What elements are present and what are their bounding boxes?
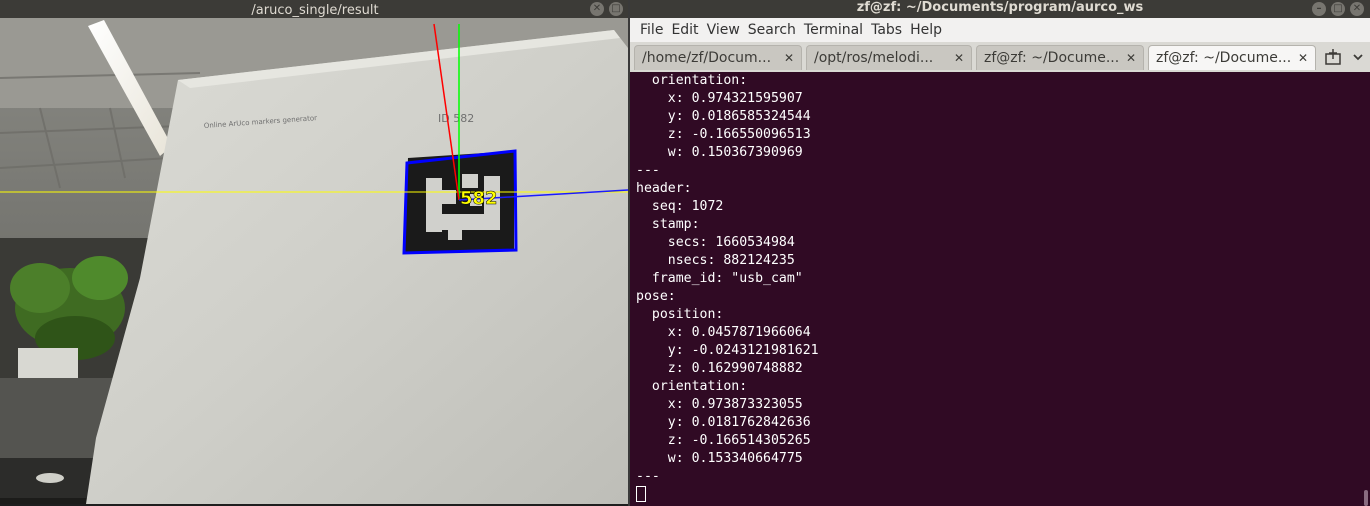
maximize-icon[interactable]: □ [609,2,623,16]
terminal-line: x: 0.973873323055 [636,397,803,412]
menu-help[interactable]: Help [906,18,946,42]
tab-4[interactable]: zf@zf: ~/Docume... ✕ [1148,45,1316,70]
menu-file[interactable]: File [636,18,667,42]
terminal-line: seq: 1072 [636,199,724,214]
camera-window: /aruco_single/result ✕ □ Online ArUco ma… [0,0,630,506]
terminal-menubar: File Edit View Search Terminal Tabs Help [630,18,1370,42]
terminal-line: orientation: [636,379,748,394]
menu-tabs[interactable]: Tabs [867,18,906,42]
terminal-line: y: 0.0181762842636 [636,415,811,430]
terminal-line: w: 0.153340664775 [636,451,803,466]
terminal-line: orientation: [636,73,748,88]
tab-label: zf@zf: ~/Docume... [1156,50,1292,66]
tab-label: /home/zf/Docum... [642,50,772,66]
terminal-window: zf@zf: ~/Documents/program/aurco_ws – □ … [630,0,1370,506]
terminal-line: --- [636,163,660,178]
terminal-line: z: -0.166550096513 [636,127,811,142]
minimize-icon[interactable]: – [1312,2,1326,16]
close-icon[interactable]: ✕ [590,2,604,16]
terminal-line: stamp: [636,217,700,232]
menu-terminal[interactable]: Terminal [800,18,867,42]
terminal-output[interactable]: orientation: x: 0.974321595907 y: 0.0186… [630,72,1362,506]
tab-menu-icon[interactable] [1350,48,1366,66]
terminal-line: y: -0.0243121981621 [636,343,819,358]
terminal-lines: orientation: x: 0.974321595907 y: 0.0186… [630,72,1362,504]
scrollbar-thumb[interactable] [1364,490,1368,506]
close-icon[interactable]: ✕ [784,46,794,70]
tab-label: zf@zf: ~/Docume... [984,50,1120,66]
terminal-line: position: [636,307,724,322]
tab-label: /opt/ros/melodi... [814,50,934,66]
tab-1[interactable]: /home/zf/Docum... ✕ [634,45,802,70]
terminal-title: zf@zf: ~/Documents/program/aurco_ws [856,0,1144,15]
terminal-titlebar[interactable]: zf@zf: ~/Documents/program/aurco_ws – □ … [630,0,1370,18]
terminal-line: nsecs: 882124235 [636,253,795,268]
terminal-line: w: 0.150367390969 [636,145,803,160]
menu-edit[interactable]: Edit [667,18,702,42]
camera-window-title: /aruco_single/result [251,3,379,18]
tab-2[interactable]: /opt/ros/melodi... ✕ [806,45,972,70]
prompt-line[interactable] [636,486,1362,504]
terminal-line: secs: 1660534984 [636,235,795,250]
marker-id-label: 582 [460,188,498,209]
menu-search[interactable]: Search [744,18,800,42]
terminal-line: z: 0.162990748882 [636,361,803,376]
close-icon[interactable]: ✕ [1126,46,1136,70]
terminal-line: y: 0.0186585324544 [636,109,811,124]
terminal-line: pose: [636,289,676,304]
terminal-line: x: 0.0457871966064 [636,325,811,340]
tab-bar: /home/zf/Docum... ✕ /opt/ros/melodi... ✕… [630,42,1370,72]
close-icon[interactable]: ✕ [1350,2,1364,16]
terminal-line: --- [636,469,660,484]
terminal-line: frame_id: "usb_cam" [636,271,803,286]
terminal-line: x: 0.974321595907 [636,91,803,106]
terminal-line: header: [636,181,692,196]
new-tab-icon[interactable] [1324,48,1342,66]
camera-window-titlebar[interactable]: /aruco_single/result ✕ □ [0,0,630,18]
terminal-scrollbar[interactable] [1362,72,1370,506]
close-icon[interactable]: ✕ [1298,46,1308,70]
camera-image: Online ArUco markers generator ID 582 58… [0,18,628,504]
tab-3[interactable]: zf@zf: ~/Docume... ✕ [976,45,1144,70]
close-icon[interactable]: ✕ [954,46,964,70]
terminal-line: z: -0.166514305265 [636,433,811,448]
maximize-icon[interactable]: □ [1331,2,1345,16]
printed-marker-id: ID 582 [438,112,474,125]
menu-view[interactable]: View [703,18,744,42]
text-cursor [636,486,646,502]
